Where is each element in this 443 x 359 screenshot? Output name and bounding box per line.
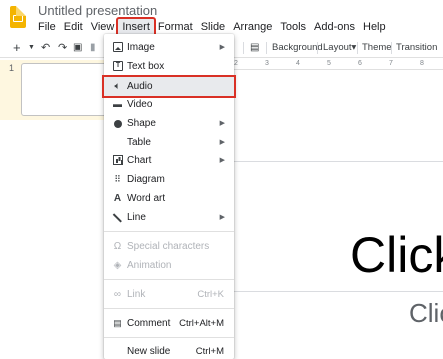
menu-item-label: Link — [127, 289, 146, 300]
menu-item-audio[interactable]: 🔈︎ Audio — [102, 75, 236, 98]
menu-item-label: Animation — [127, 260, 172, 271]
menu-item-label: Image — [127, 42, 155, 53]
menu-item-label: Special characters — [127, 241, 210, 252]
shortcut-label: Ctrl+Alt+M — [179, 318, 224, 329]
menu-item-label: New slide — [127, 346, 171, 357]
menu-divider — [104, 337, 234, 338]
menu-item-label: Chart — [127, 155, 152, 166]
menu-insert[interactable]: Insert — [116, 17, 156, 37]
menu-item-table[interactable]: Table ▶ — [104, 133, 234, 152]
ruler-tick-label: 8 — [420, 60, 424, 67]
layout-button[interactable]: Layout▾ — [323, 41, 356, 55]
document-title[interactable]: Untitled presentation — [38, 3, 157, 18]
undo-icon[interactable]: ↶ — [41, 41, 50, 55]
toolbar-divider — [357, 42, 358, 54]
menu-item-new-slide[interactable]: New slide Ctrl+M — [104, 342, 234, 359]
menu-add-ons[interactable]: Add-ons — [310, 19, 359, 35]
ruler-tick-label: 5 — [327, 60, 331, 67]
ruler-tick-label: 2 — [234, 60, 238, 67]
menu-divider — [104, 308, 234, 309]
submenu-arrow-icon: ▶ — [219, 120, 225, 127]
ruler-tick-label: 3 — [265, 60, 269, 67]
menu-divider — [104, 231, 234, 232]
placeholder-guide — [234, 161, 443, 162]
chevron-down-icon[interactable]: ▼ — [28, 41, 35, 55]
toolbar-divider — [391, 42, 392, 54]
menu-item-label: Diagram — [127, 174, 165, 185]
menu-item-video[interactable]: ▬ Video — [104, 95, 234, 114]
title-placeholder[interactable]: Click — [350, 226, 443, 284]
shape-icon — [114, 120, 122, 128]
comment-icon: ▤ — [113, 318, 122, 328]
menu-item-line[interactable]: Line ▶ — [104, 208, 234, 227]
diagram-icon: ⠿ — [114, 174, 121, 184]
submenu-arrow-icon: ▶ — [219, 214, 225, 221]
submenu-arrow-icon: ▶ — [219, 157, 225, 164]
paint-format-icon[interactable]: ▮ — [90, 41, 96, 55]
toolbar-divider — [266, 42, 267, 54]
ruler-tick-label: 6 — [358, 60, 362, 67]
ruler-tick-label: 7 — [389, 60, 393, 67]
menu-item-image[interactable]: Image ▶ — [104, 38, 234, 57]
theme-button[interactable]: Theme — [362, 41, 392, 55]
menu-item-shape[interactable]: Shape ▶ — [104, 114, 234, 133]
animation-icon: ◈ — [113, 260, 122, 271]
link-icon: ∞ — [113, 289, 122, 300]
placeholder-guide — [234, 291, 443, 292]
special-characters-icon: Ω — [113, 241, 122, 252]
menu-edit[interactable]: Edit — [60, 19, 87, 35]
menu-item-label: Line — [127, 212, 146, 223]
menu-item-label: Shape — [127, 118, 156, 129]
text-box-icon: T — [113, 61, 123, 71]
insert-menu: Image ▶ T Text box 🔈︎ Audio ▬ Video Shap… — [102, 34, 236, 359]
slides-logo-icon[interactable] — [10, 6, 26, 28]
image-icon — [113, 42, 123, 52]
menu-divider — [104, 279, 234, 280]
chart-icon — [113, 155, 123, 165]
menu-item-label: Table — [127, 137, 151, 148]
menu-item-animation: ◈ Animation — [104, 256, 234, 275]
menu-item-label: Text box — [127, 61, 165, 72]
toolbar-divider — [317, 42, 318, 54]
menu-item-diagram[interactable]: ⠿ Diagram — [104, 170, 234, 189]
menu-item-label: Video — [127, 99, 153, 110]
menu-item-word-art[interactable]: A Word art — [104, 189, 234, 208]
menu-file[interactable]: File — [34, 19, 60, 35]
menu-item-label: Comment — [127, 318, 171, 329]
menu-item-link: ∞ Link Ctrl+K — [104, 285, 234, 304]
line-icon — [113, 213, 122, 223]
shortcut-label: Ctrl+K — [197, 289, 224, 300]
menu-slide[interactable]: Slide — [197, 19, 229, 35]
menu-help[interactable]: Help — [359, 19, 390, 35]
redo-icon[interactable]: ↷ — [58, 41, 67, 55]
submenu-arrow-icon: ▶ — [219, 139, 225, 146]
slide-thumbnail[interactable] — [21, 63, 107, 116]
ruler-tick-label: 4 — [296, 60, 300, 67]
menu-arrange[interactable]: Arrange — [229, 19, 276, 35]
menu-item-special-characters: Ω Special characters — [104, 237, 234, 256]
menu-item-chart[interactable]: Chart ▶ — [104, 151, 234, 170]
menubar: File Edit View Insert Format Slide Arran… — [34, 17, 390, 37]
slide-number: 1 — [9, 63, 15, 73]
word-art-icon: A — [113, 193, 122, 204]
horizontal-ruler: 2 3 4 5 6 7 8 — [234, 60, 443, 70]
comment-icon[interactable]: ▤ — [250, 41, 259, 55]
background-button[interactable]: Background — [272, 41, 323, 55]
shortcut-label: Ctrl+M — [195, 346, 224, 357]
menu-item-comment[interactable]: ▤ Comment Ctrl+Alt+M — [104, 314, 234, 333]
menu-view[interactable]: View — [87, 19, 119, 35]
subtitle-placeholder[interactable]: Clic — [409, 298, 443, 329]
menu-item-text-box[interactable]: T Text box — [104, 57, 234, 76]
submenu-arrow-icon: ▶ — [219, 44, 225, 51]
menu-item-label: Word art — [127, 193, 166, 204]
audio-icon: 🔈︎ — [114, 81, 121, 92]
new-slide-button[interactable]: + — [13, 41, 21, 54]
transition-button[interactable]: Transition — [396, 41, 437, 55]
video-icon: ▬ — [113, 99, 122, 109]
menu-format[interactable]: Format — [154, 19, 197, 35]
print-icon[interactable]: ▣ — [73, 41, 82, 55]
toolbar-divider — [243, 42, 244, 54]
menu-item-label: Audio — [127, 81, 153, 92]
menu-tools[interactable]: Tools — [276, 19, 310, 35]
